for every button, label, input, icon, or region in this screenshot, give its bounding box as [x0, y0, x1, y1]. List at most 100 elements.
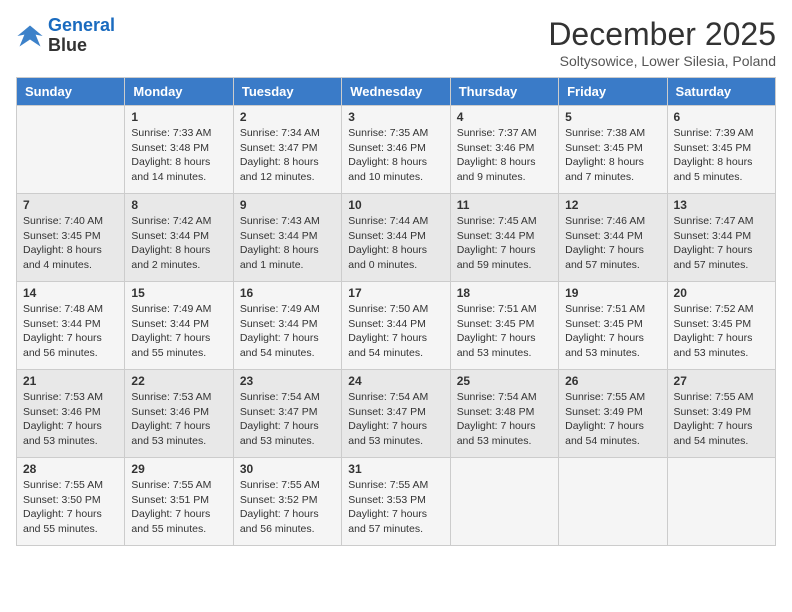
- cell-content: Sunrise: 7:55 AM Sunset: 3:52 PM Dayligh…: [240, 478, 335, 537]
- day-number: 10: [348, 198, 443, 212]
- column-header-thursday: Thursday: [450, 78, 558, 106]
- cell-content: Sunrise: 7:43 AM Sunset: 3:44 PM Dayligh…: [240, 214, 335, 273]
- day-number: 22: [131, 374, 226, 388]
- day-number: 26: [565, 374, 660, 388]
- cell-content: Sunrise: 7:33 AM Sunset: 3:48 PM Dayligh…: [131, 126, 226, 185]
- cell-content: Sunrise: 7:34 AM Sunset: 3:47 PM Dayligh…: [240, 126, 335, 185]
- calendar-cell: 2 Sunrise: 7:34 AM Sunset: 3:47 PM Daylig…: [233, 106, 341, 194]
- calendar-week-row: 7 Sunrise: 7:40 AM Sunset: 3:45 PM Daylig…: [17, 194, 776, 282]
- page-header: GeneralBlue December 2025 Soltysowice, L…: [16, 16, 776, 69]
- calendar-cell: 21Sunrise: 7:53 AM Sunset: 3:46 PM Dayli…: [17, 370, 125, 458]
- calendar-cell: 18 Sunrise: 7:51 AM Sunset: 3:45 PM Dayli…: [450, 282, 558, 370]
- cell-content: Sunrise: 7:51 AM Sunset: 3:45 PM Dayligh…: [565, 302, 660, 361]
- calendar-body: 1 Sunrise: 7:33 AM Sunset: 3:48 PM Daylig…: [17, 106, 776, 546]
- day-number: 1: [131, 110, 226, 124]
- month-title: December 2025: [548, 16, 776, 53]
- day-number: 31: [348, 462, 443, 476]
- column-header-tuesday: Tuesday: [233, 78, 341, 106]
- day-number: 25: [457, 374, 552, 388]
- day-number: 16: [240, 286, 335, 300]
- cell-content: Sunrise: 7:49 AM Sunset: 3:44 PM Dayligh…: [240, 302, 335, 361]
- day-number: 11: [457, 198, 552, 212]
- cell-content: Sunrise: 7:52 AM Sunset: 3:45 PM Dayligh…: [674, 302, 769, 361]
- column-header-saturday: Saturday: [667, 78, 775, 106]
- calendar-cell: 16 Sunrise: 7:49 AM Sunset: 3:44 PM Dayli…: [233, 282, 341, 370]
- calendar-week-row: 28 Sunrise: 7:55 AM Sunset: 3:50 PM Dayli…: [17, 458, 776, 546]
- calendar-cell: 31 Sunrise: 7:55 AM Sunset: 3:53 PM Dayli…: [342, 458, 450, 546]
- day-number: 12: [565, 198, 660, 212]
- calendar-cell: 9 Sunrise: 7:43 AM Sunset: 3:44 PM Daylig…: [233, 194, 341, 282]
- calendar-cell: 3 Sunrise: 7:35 AM Sunset: 3:46 PM Daylig…: [342, 106, 450, 194]
- calendar-week-row: 14Sunrise: 7:48 AM Sunset: 3:44 PM Dayli…: [17, 282, 776, 370]
- calendar-cell: [559, 458, 667, 546]
- cell-content: Sunrise: 7:50 AM Sunset: 3:44 PM Dayligh…: [348, 302, 443, 361]
- calendar-cell: 12 Sunrise: 7:46 AM Sunset: 3:44 PM Dayli…: [559, 194, 667, 282]
- calendar-cell: 11Sunrise: 7:45 AM Sunset: 3:44 PM Dayli…: [450, 194, 558, 282]
- day-number: 30: [240, 462, 335, 476]
- calendar-cell: 15 Sunrise: 7:49 AM Sunset: 3:44 PM Dayli…: [125, 282, 233, 370]
- day-number: 20: [674, 286, 769, 300]
- calendar-cell: 5Sunrise: 7:38 AM Sunset: 3:45 PM Daylig…: [559, 106, 667, 194]
- cell-content: Sunrise: 7:37 AM Sunset: 3:46 PM Dayligh…: [457, 126, 552, 185]
- cell-content: Sunrise: 7:46 AM Sunset: 3:44 PM Dayligh…: [565, 214, 660, 273]
- calendar-cell: 26 Sunrise: 7:55 AM Sunset: 3:49 PM Dayli…: [559, 370, 667, 458]
- calendar-cell: 14Sunrise: 7:48 AM Sunset: 3:44 PM Dayli…: [17, 282, 125, 370]
- logo-icon: [16, 22, 44, 50]
- column-header-monday: Monday: [125, 78, 233, 106]
- day-number: 18: [457, 286, 552, 300]
- cell-content: Sunrise: 7:40 AM Sunset: 3:45 PM Dayligh…: [23, 214, 118, 273]
- cell-content: Sunrise: 7:55 AM Sunset: 3:49 PM Dayligh…: [565, 390, 660, 449]
- calendar-cell: 10 Sunrise: 7:44 AM Sunset: 3:44 PM Dayli…: [342, 194, 450, 282]
- day-number: 24: [348, 374, 443, 388]
- cell-content: Sunrise: 7:47 AM Sunset: 3:44 PM Dayligh…: [674, 214, 769, 273]
- calendar-cell: 22 Sunrise: 7:53 AM Sunset: 3:46 PM Dayli…: [125, 370, 233, 458]
- day-number: 6: [674, 110, 769, 124]
- column-header-sunday: Sunday: [17, 78, 125, 106]
- cell-content: Sunrise: 7:55 AM Sunset: 3:49 PM Dayligh…: [674, 390, 769, 449]
- day-number: 17: [348, 286, 443, 300]
- cell-content: Sunrise: 7:55 AM Sunset: 3:50 PM Dayligh…: [23, 478, 118, 537]
- cell-content: Sunrise: 7:53 AM Sunset: 3:46 PM Dayligh…: [131, 390, 226, 449]
- cell-content: Sunrise: 7:48 AM Sunset: 3:44 PM Dayligh…: [23, 302, 118, 361]
- day-number: 13: [674, 198, 769, 212]
- cell-content: Sunrise: 7:44 AM Sunset: 3:44 PM Dayligh…: [348, 214, 443, 273]
- calendar-cell: 6 Sunrise: 7:39 AM Sunset: 3:45 PM Daylig…: [667, 106, 775, 194]
- column-header-friday: Friday: [559, 78, 667, 106]
- day-number: 15: [131, 286, 226, 300]
- day-number: 28: [23, 462, 118, 476]
- cell-content: Sunrise: 7:42 AM Sunset: 3:44 PM Dayligh…: [131, 214, 226, 273]
- calendar-header-row: SundayMondayTuesdayWednesdayThursdayFrid…: [17, 78, 776, 106]
- day-number: 8: [131, 198, 226, 212]
- column-header-wednesday: Wednesday: [342, 78, 450, 106]
- day-number: 7: [23, 198, 118, 212]
- calendar-cell: 25 Sunrise: 7:54 AM Sunset: 3:48 PM Dayli…: [450, 370, 558, 458]
- cell-content: Sunrise: 7:51 AM Sunset: 3:45 PM Dayligh…: [457, 302, 552, 361]
- calendar-cell: 1 Sunrise: 7:33 AM Sunset: 3:48 PM Daylig…: [125, 106, 233, 194]
- calendar-cell: 7 Sunrise: 7:40 AM Sunset: 3:45 PM Daylig…: [17, 194, 125, 282]
- cell-content: Sunrise: 7:39 AM Sunset: 3:45 PM Dayligh…: [674, 126, 769, 185]
- day-number: 27: [674, 374, 769, 388]
- day-number: 23: [240, 374, 335, 388]
- cell-content: Sunrise: 7:54 AM Sunset: 3:48 PM Dayligh…: [457, 390, 552, 449]
- calendar-cell: [17, 106, 125, 194]
- calendar-cell: 4Sunrise: 7:37 AM Sunset: 3:46 PM Daylig…: [450, 106, 558, 194]
- calendar-cell: 23 Sunrise: 7:54 AM Sunset: 3:47 PM Dayli…: [233, 370, 341, 458]
- logo: GeneralBlue: [16, 16, 115, 56]
- cell-content: Sunrise: 7:54 AM Sunset: 3:47 PM Dayligh…: [348, 390, 443, 449]
- calendar-cell: 29Sunrise: 7:55 AM Sunset: 3:51 PM Dayli…: [125, 458, 233, 546]
- calendar-cell: 8 Sunrise: 7:42 AM Sunset: 3:44 PM Daylig…: [125, 194, 233, 282]
- cell-content: Sunrise: 7:54 AM Sunset: 3:47 PM Dayligh…: [240, 390, 335, 449]
- logo-text: GeneralBlue: [48, 16, 115, 56]
- cell-content: Sunrise: 7:35 AM Sunset: 3:46 PM Dayligh…: [348, 126, 443, 185]
- cell-content: Sunrise: 7:55 AM Sunset: 3:53 PM Dayligh…: [348, 478, 443, 537]
- calendar-table: SundayMondayTuesdayWednesdayThursdayFrid…: [16, 77, 776, 546]
- day-number: 9: [240, 198, 335, 212]
- calendar-cell: 20 Sunrise: 7:52 AM Sunset: 3:45 PM Dayli…: [667, 282, 775, 370]
- day-number: 5: [565, 110, 660, 124]
- calendar-cell: 17 Sunrise: 7:50 AM Sunset: 3:44 PM Dayli…: [342, 282, 450, 370]
- cell-content: Sunrise: 7:49 AM Sunset: 3:44 PM Dayligh…: [131, 302, 226, 361]
- calendar-week-row: 21Sunrise: 7:53 AM Sunset: 3:46 PM Dayli…: [17, 370, 776, 458]
- day-number: 2: [240, 110, 335, 124]
- day-number: 3: [348, 110, 443, 124]
- calendar-cell: 13 Sunrise: 7:47 AM Sunset: 3:44 PM Dayli…: [667, 194, 775, 282]
